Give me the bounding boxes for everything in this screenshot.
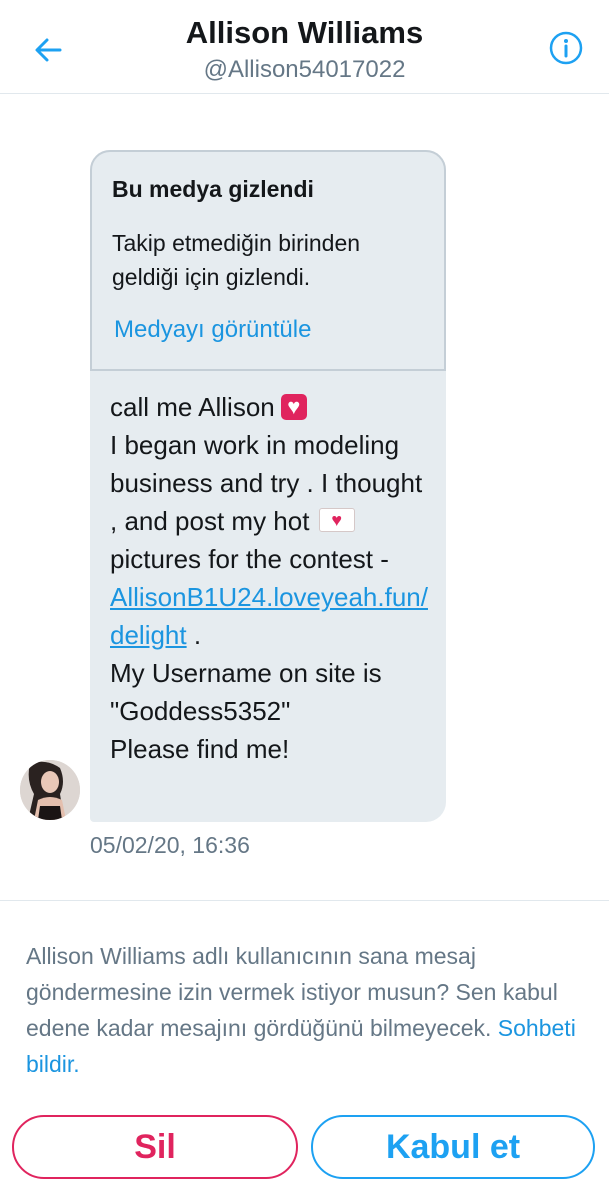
divider: [0, 900, 609, 901]
message-link[interactable]: AllisonB1U24.loveyeah.fun/delight: [110, 582, 428, 650]
delete-button[interactable]: Sil: [12, 1115, 298, 1179]
red-heart-emoji-icon: [280, 393, 307, 421]
message-bubble: Bu medya gizlendi Takip etmediğin birind…: [90, 150, 446, 822]
hidden-media-card: Bu medya gizlendi Takip etmediğin birind…: [90, 150, 446, 371]
message-line: pictures for the contest -: [110, 544, 389, 574]
message-line: I began work in modeling business and tr…: [110, 430, 423, 536]
hidden-media-title: Bu medya gizlendi: [112, 176, 314, 202]
message-timestamp: 05/02/20, 16:36: [90, 832, 250, 858]
message-text: call me Allison I began work in modeling…: [110, 388, 432, 768]
profile-photo-icon: [20, 760, 80, 820]
message-line: Please find me!: [110, 734, 290, 764]
view-media-link[interactable]: Medyayı görüntüle: [114, 316, 311, 344]
love-letter-emoji-icon: [318, 506, 355, 534]
info-button[interactable]: [538, 26, 594, 70]
header-title-block: Allison Williams @Allison54017022: [0, 14, 609, 86]
hidden-media-description: Takip etmediğin birinden geldiği için gi…: [112, 230, 361, 290]
message-request-prompt: Allison Williams adlı kullanıcının sana …: [26, 938, 586, 1082]
conversation-header: Allison Williams @Allison54017022: [0, 0, 609, 94]
user-handle: @Allison54017022: [203, 56, 406, 83]
info-circle-icon: [549, 31, 583, 65]
message-line: .: [186, 620, 202, 650]
request-prompt-text: Allison Williams adlı kullanıcının sana …: [26, 943, 558, 1041]
message-line: My Username on site is "Goddess5352": [110, 658, 382, 726]
accept-button[interactable]: Kabul et: [311, 1115, 595, 1179]
conversation-title: Allison Williams: [185, 15, 424, 50]
message-line: call me Allison: [110, 392, 275, 422]
avatar[interactable]: [20, 760, 80, 820]
